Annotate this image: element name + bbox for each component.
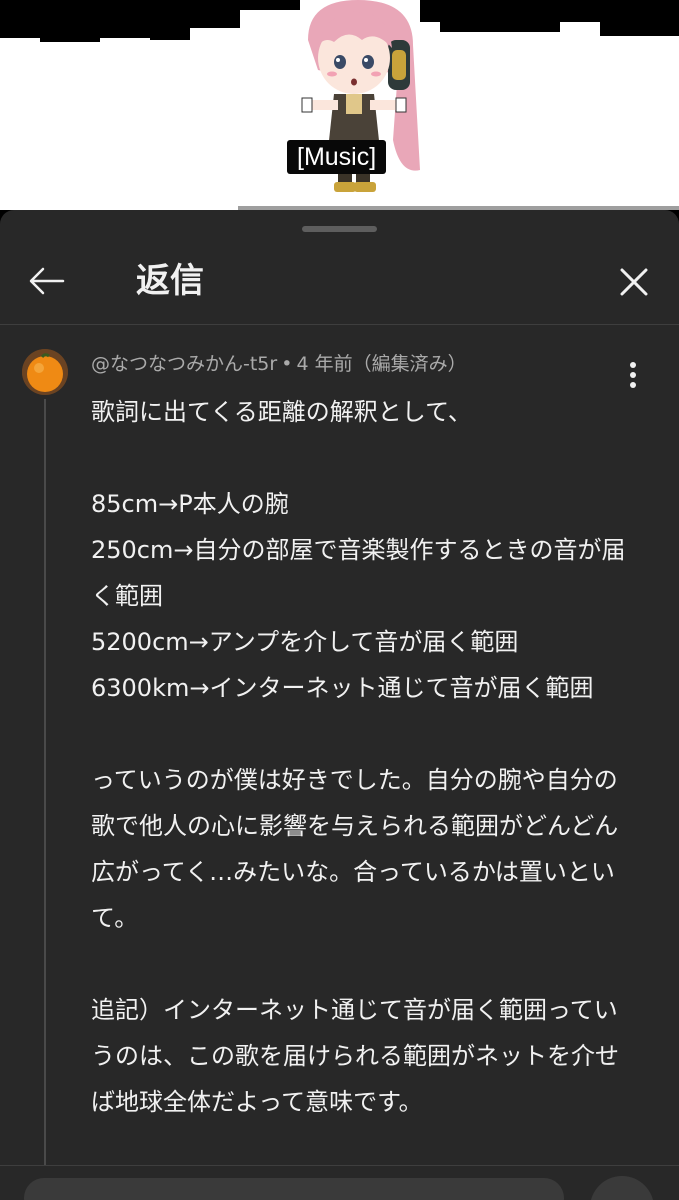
comment-line: 追記）インターネット通じて音が届く範囲っていうのは、この歌を届けられる範囲がネッ… (91, 996, 619, 1116)
arrow-left-icon (29, 267, 65, 295)
thread-line (44, 399, 46, 1169)
comment-author[interactable]: @なつなつみかん-t5r (91, 353, 277, 375)
comment-line: 85cm→P本人の腕 (91, 490, 289, 518)
comment-body: 歌詞に出てくる距離の解釈として、 85cm→P本人の腕 250cm→自分の部屋で… (91, 389, 636, 1125)
comment-line: 歌詞に出てくる距離の解釈として、 (91, 398, 472, 426)
caption-text: [Music] (287, 140, 387, 174)
reply-input[interactable] (24, 1178, 564, 1200)
drag-handle[interactable] (302, 226, 377, 232)
reply-bar (0, 1165, 679, 1200)
close-button[interactable] (610, 258, 658, 306)
avatar[interactable] (22, 349, 68, 395)
panel-title: 返信 (136, 261, 204, 301)
comment-line: っていうのが僕は好きでした。自分の腕や自分の歌で他人の心に影響を与えられる範囲が… (91, 766, 619, 932)
orange-avatar-icon (22, 349, 68, 395)
meta-separator: • (281, 353, 293, 375)
comment-line: 5200cm→アンプを介して音が届く範囲 (91, 628, 519, 656)
close-icon (620, 268, 648, 296)
comment: @なつなつみかん-t5r • 4 年前（編集済み） 歌詞に出てくる距離の解釈として、… (0, 325, 679, 1169)
emoji-button[interactable] (590, 1176, 654, 1200)
panel-header: 返信 (0, 244, 679, 324)
more-vertical-icon (630, 362, 636, 388)
video-player[interactable]: [Music] (0, 0, 679, 210)
comment-time: 4 年前（編集済み） (296, 353, 467, 375)
comment-line: 250cm→自分の部屋で音楽製作するときの音が届く範囲 (91, 536, 626, 610)
replies-panel: 返信 @なつなつみかん-t5r • 4 年前（編集済み） 歌詞に出てくる距離の解… (0, 210, 679, 1200)
comment-meta: @なつなつみかん-t5r • 4 年前（編集済み） (91, 349, 467, 379)
comment-line: 6300km→インターネット通じて音が届く範囲 (91, 674, 594, 702)
back-button[interactable] (24, 258, 70, 304)
